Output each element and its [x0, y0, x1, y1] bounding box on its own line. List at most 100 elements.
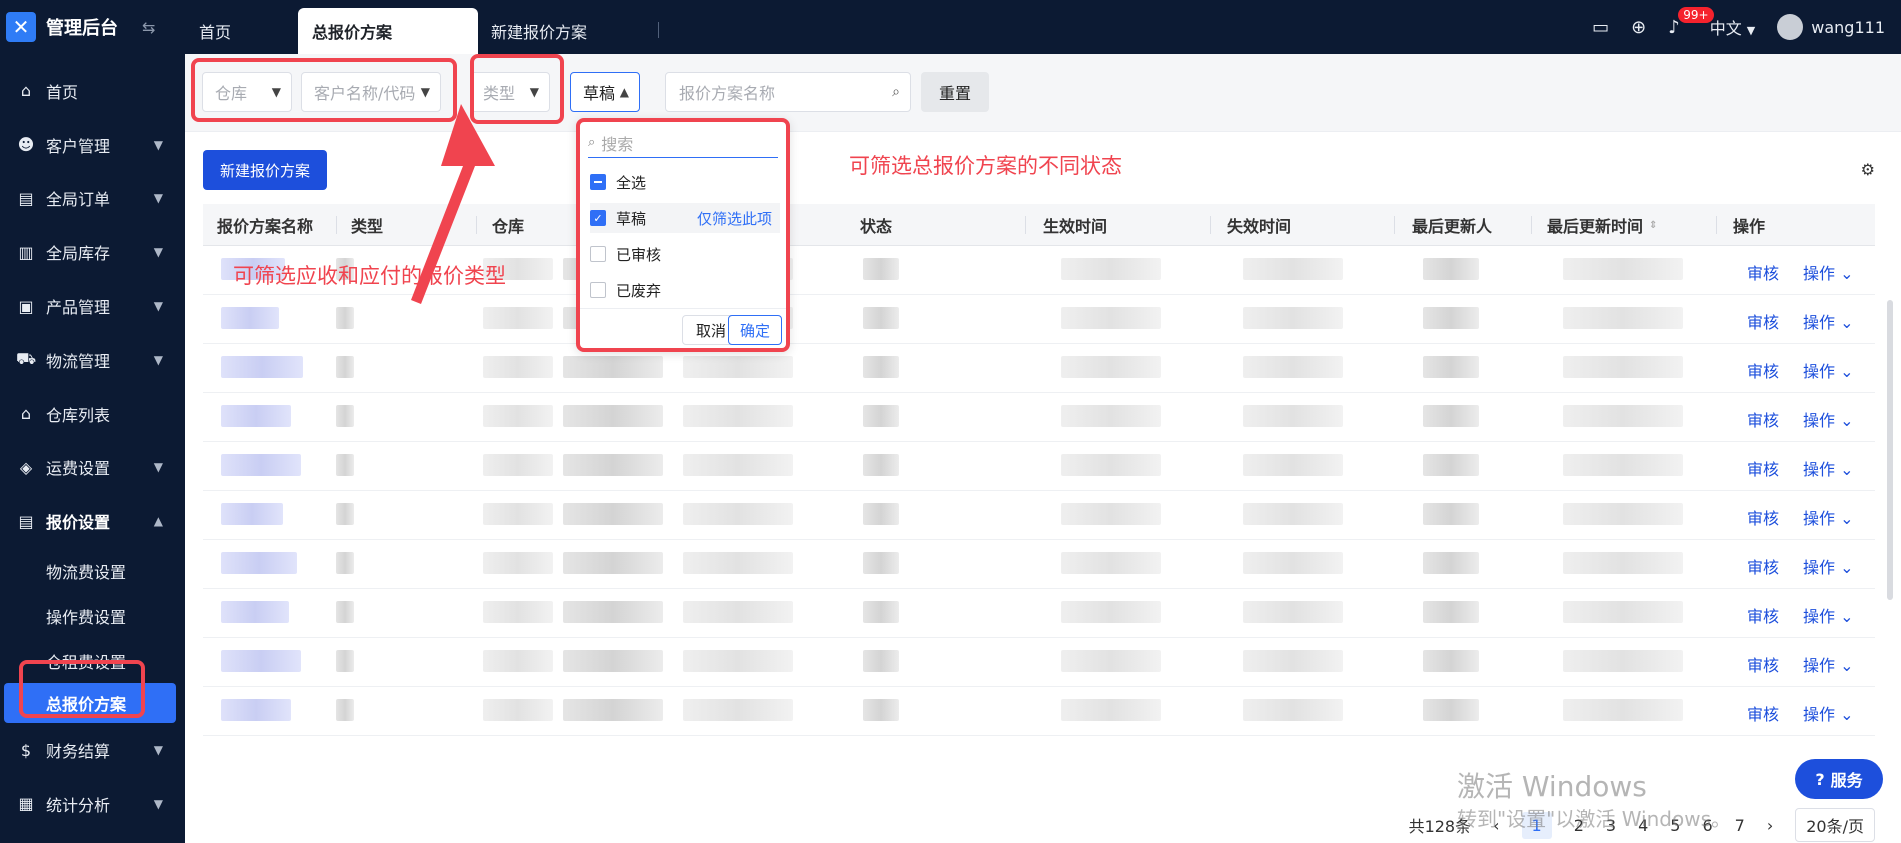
- operations-menu[interactable]: 操作 ⌄: [1803, 505, 1854, 529]
- products-icon: ▣: [18, 296, 34, 316]
- sidebar-item-orders[interactable]: ▤ 全局订单 ▼: [0, 172, 185, 226]
- option-select-all[interactable]: 全选: [590, 167, 780, 197]
- table-scrollbar[interactable]: [1887, 300, 1893, 600]
- review-link[interactable]: 审核: [1747, 505, 1779, 529]
- review-link[interactable]: 审核: [1747, 358, 1779, 382]
- status-select[interactable]: 草稿 ▲: [570, 72, 640, 112]
- masked-cell: [683, 405, 793, 427]
- service-button[interactable]: ? 服务: [1795, 759, 1883, 799]
- chevron-down-icon: ▼: [153, 137, 163, 152]
- masked-cell: [1061, 405, 1161, 427]
- masked-cell: [863, 650, 899, 672]
- table-row: 审核 操作 ⌄: [203, 344, 1875, 393]
- operations-menu[interactable]: 操作 ⌄: [1803, 603, 1854, 627]
- username[interactable]: wang111: [1811, 18, 1885, 37]
- masked-cell: [1243, 552, 1343, 574]
- masked-cell: [1563, 356, 1683, 378]
- review-link[interactable]: 审核: [1747, 260, 1779, 284]
- masked-cell: [1061, 307, 1161, 329]
- sidebar-item-inventory[interactable]: ▥ 全局库存 ▼: [0, 225, 185, 279]
- masked-cell: [221, 503, 283, 525]
- review-link[interactable]: 审核: [1747, 407, 1779, 431]
- orders-icon: ▤: [18, 188, 34, 208]
- sidebar-item-shipping-fee[interactable]: ◈ 运费设置 ▼: [0, 441, 185, 495]
- collapse-sidebar-icon[interactable]: ⇆: [142, 18, 155, 37]
- review-link[interactable]: 审核: [1747, 701, 1779, 725]
- masked-cell: [863, 307, 899, 329]
- next-page-icon[interactable]: ›: [1767, 816, 1773, 835]
- review-link[interactable]: 审核: [1747, 554, 1779, 578]
- masked-cell: [483, 699, 553, 721]
- table-settings-icon[interactable]: ⚙: [1861, 160, 1875, 179]
- sidebar-item-home[interactable]: ⌂ 首页: [0, 64, 185, 118]
- review-link[interactable]: 审核: [1747, 652, 1779, 676]
- col-header-actions: 操作: [1733, 217, 1766, 236]
- operations-menu[interactable]: 操作 ⌄: [1803, 358, 1854, 382]
- masked-cell: [683, 699, 793, 721]
- avatar[interactable]: [1777, 14, 1804, 40]
- masked-cell: [683, 356, 793, 378]
- sidebar-item-stats[interactable]: ▦ 统计分析 ▼: [0, 777, 185, 831]
- dropdown-search-input[interactable]: ⌕ 搜索: [588, 128, 778, 158]
- chevron-down-icon: ▼: [153, 245, 163, 260]
- main-content: 仓库 ▼ 客户名称/代码 ▼ 类型 ▼ 草稿 ▲ 报价方案名称 ⌕ 重置 新建报价方案 ⚙…: [185, 54, 1901, 843]
- customers-icon: ☻: [17, 135, 35, 155]
- operations-menu[interactable]: 操作 ⌄: [1803, 554, 1854, 578]
- sidebar-item-customers[interactable]: ☻ 客户管理 ▼: [0, 118, 185, 172]
- operations-menu[interactable]: 操作 ⌄: [1803, 309, 1854, 333]
- masked-cell: [483, 405, 553, 427]
- operations-menu[interactable]: 操作 ⌄: [1803, 456, 1854, 480]
- new-quote-button[interactable]: 新建报价方案: [203, 150, 327, 190]
- masked-cell: [1563, 699, 1683, 721]
- sidebar-item-finance[interactable]: $ 财务结算 ▼: [0, 723, 185, 777]
- col-divider: [1531, 216, 1532, 234]
- sidebar-subitem-operation-fee[interactable]: 操作费设置: [0, 593, 185, 638]
- page-size-select[interactable]: 20条/页: [1795, 808, 1875, 842]
- col-divider: [1210, 216, 1211, 234]
- chevron-down-icon: ▼: [153, 191, 163, 206]
- masked-cell: [483, 356, 553, 378]
- sidebar-item-warehouses[interactable]: ⌂ 仓库列表: [0, 387, 185, 441]
- download-icon[interactable]: ⊕: [1631, 17, 1646, 38]
- masked-cell: [863, 699, 899, 721]
- reset-button[interactable]: 重置: [921, 72, 989, 112]
- masked-cell: [683, 552, 793, 574]
- operations-menu[interactable]: 操作 ⌄: [1803, 701, 1854, 725]
- chevron-up-icon: ▲: [619, 85, 629, 99]
- review-link[interactable]: 审核: [1747, 603, 1779, 627]
- option-approved[interactable]: 已审核: [590, 239, 780, 269]
- sidebar-subitem-logistics-fee[interactable]: 物流费设置: [0, 548, 185, 593]
- masked-cell: [336, 454, 354, 476]
- only-select-this-link[interactable]: 仅筛选此项: [697, 208, 772, 229]
- masked-cell: [1061, 258, 1161, 280]
- tab-home[interactable]: 首页: [199, 8, 231, 54]
- option-discarded[interactable]: 已废弃: [590, 275, 780, 305]
- operations-menu[interactable]: 操作 ⌄: [1803, 652, 1854, 676]
- tab-new-quote[interactable]: 新建报价方案: [491, 8, 587, 54]
- review-link[interactable]: 审核: [1747, 309, 1779, 333]
- confirm-button[interactable]: 确定: [728, 315, 782, 345]
- table-row: 审核 操作 ⌄: [203, 393, 1875, 442]
- bell-icon[interactable]: ♪ 99+: [1668, 6, 1714, 38]
- tab-total-quote[interactable]: 总报价方案: [298, 8, 478, 54]
- sidebar-item-logistics[interactable]: ⛟ 物流管理 ▼: [0, 333, 185, 387]
- review-link[interactable]: 审核: [1747, 456, 1779, 480]
- masked-cell: [1423, 503, 1479, 525]
- masked-cell: [1243, 454, 1343, 476]
- operations-menu[interactable]: 操作 ⌄: [1803, 407, 1854, 431]
- page-7[interactable]: 7: [1735, 816, 1745, 835]
- masked-cell: [483, 503, 553, 525]
- sidebar-item-quote-settings[interactable]: ▤ 报价设置 ▲: [0, 494, 185, 548]
- sidebar-item-products[interactable]: ▣ 产品管理 ▼: [0, 279, 185, 333]
- masked-cell: [1243, 650, 1343, 672]
- operations-menu[interactable]: 操作 ⌄: [1803, 260, 1854, 284]
- option-draft[interactable]: ✓ 草稿 仅筛选此项: [590, 203, 780, 233]
- quote-name-search-input[interactable]: 报价方案名称 ⌕: [665, 72, 911, 112]
- inbox-icon[interactable]: ▭: [1592, 17, 1609, 38]
- masked-cell: [221, 454, 301, 476]
- checkbox-icon: [590, 282, 606, 298]
- table-row: 审核 操作 ⌄: [203, 687, 1875, 736]
- language-selector[interactable]: 中文 ▼: [1710, 15, 1756, 39]
- chevron-down-icon: ▼: [153, 796, 163, 811]
- col-header-updated-at[interactable]: 最后更新时间 ⇕: [1547, 204, 1657, 246]
